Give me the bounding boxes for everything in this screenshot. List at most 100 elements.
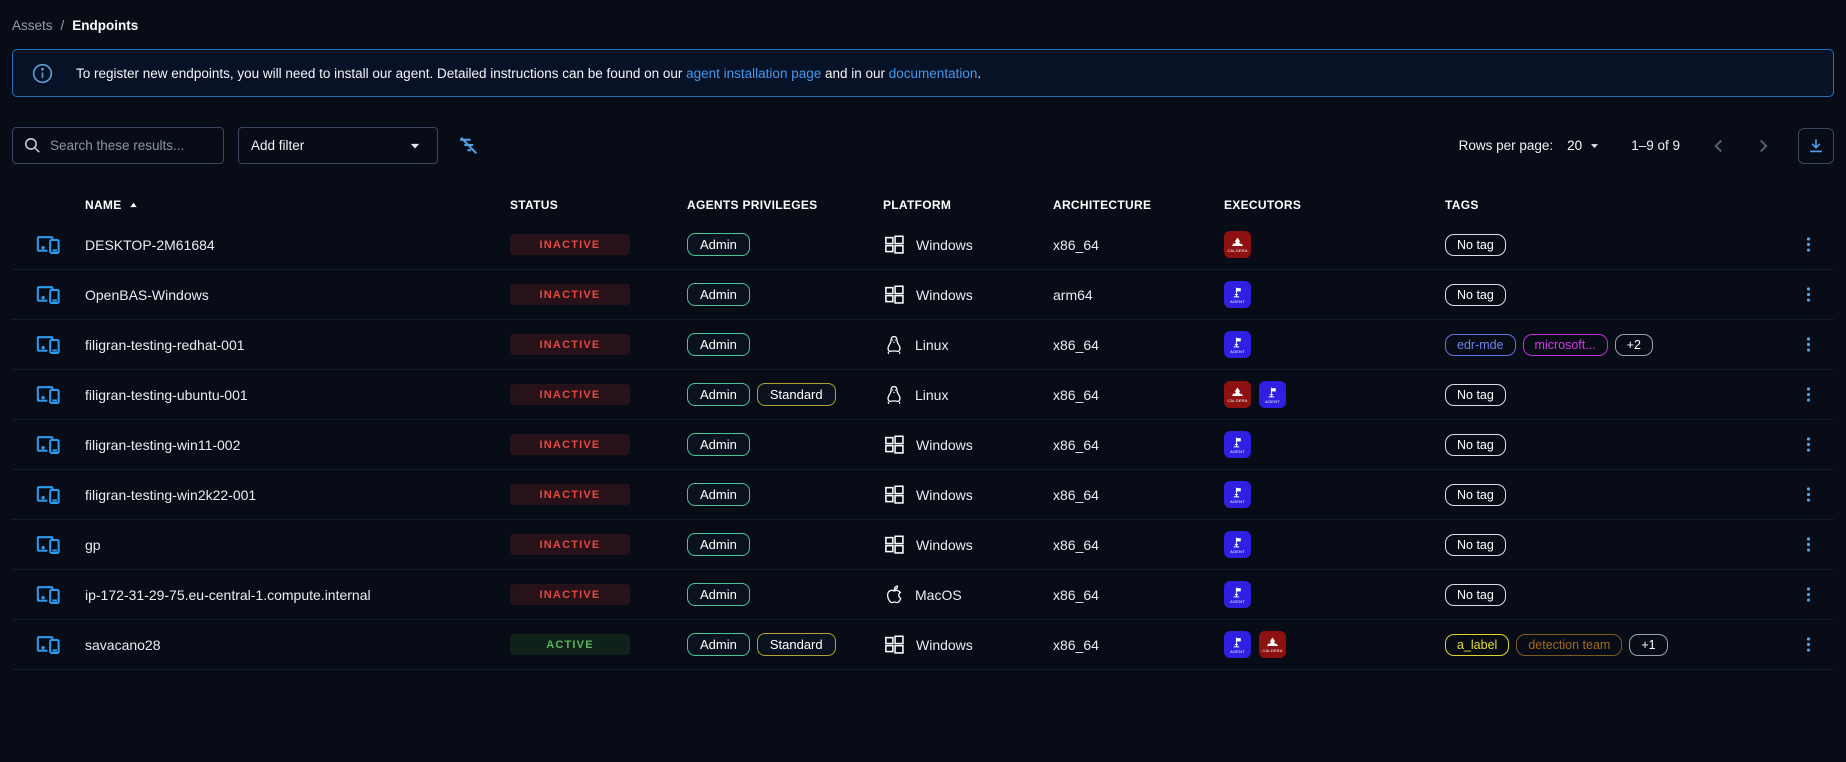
endpoint-devices-icon: [35, 381, 62, 408]
privilege-chip: Admin: [687, 533, 750, 556]
platform-name: Windows: [916, 287, 973, 303]
windows-icon: [883, 283, 906, 306]
kebab-menu-icon: [1799, 384, 1818, 405]
tag-chip: a_label: [1445, 634, 1509, 656]
breadcrumb-endpoints: Endpoints: [72, 18, 138, 33]
export-button[interactable]: [1798, 128, 1834, 164]
row-menu-button[interactable]: [1799, 484, 1818, 505]
banner-text-middle: and in our: [821, 66, 889, 81]
status-badge: INACTIVE: [510, 534, 630, 555]
row-menu-button[interactable]: [1799, 534, 1818, 555]
windows-icon: [883, 233, 906, 256]
platform-name: Linux: [915, 337, 948, 353]
platform-name: Linux: [915, 387, 948, 403]
table-row[interactable]: DESKTOP-2M61684INACTIVEAdminWindowsx86_6…: [12, 220, 1834, 270]
pagination-controls: Rows per page: 20 1–9 of 9: [1459, 128, 1834, 164]
status-badge: INACTIVE: [510, 384, 630, 405]
info-banner-text: To register new endpoints, you will need…: [76, 66, 981, 81]
windows-icon: [883, 633, 906, 656]
header-name-label: NAME: [85, 198, 122, 212]
header-executors: EXECUTORS: [1224, 198, 1445, 212]
endpoints-page: Assets / Endpoints To register new endpo…: [0, 0, 1846, 762]
search-field[interactable]: [12, 127, 224, 164]
pagination-range: 1–9 of 9: [1631, 138, 1680, 153]
tag-chip: +2: [1615, 334, 1653, 356]
row-menu-button[interactable]: [1799, 284, 1818, 305]
table-row[interactable]: filigran-testing-win11-002INACTIVEAdminW…: [12, 420, 1834, 470]
caldera-executor-icon: CALDERA: [1259, 631, 1286, 658]
kebab-menu-icon: [1799, 434, 1818, 455]
tag-chip: microsoft...: [1523, 334, 1608, 356]
table-body: DESKTOP-2M61684INACTIVEAdminWindowsx86_6…: [12, 220, 1834, 670]
header-architecture: ARCHITECTURE: [1053, 198, 1224, 212]
endpoint-name: gp: [85, 537, 510, 553]
row-menu-button[interactable]: [1799, 434, 1818, 455]
next-page-button[interactable]: [1748, 131, 1778, 161]
table-row[interactable]: OpenBAS-WindowsINACTIVEAdminWindowsarm64…: [12, 270, 1834, 320]
agent-installation-link[interactable]: agent installation page: [686, 66, 821, 81]
table-row[interactable]: filigran-testing-redhat-001INACTIVEAdmin…: [12, 320, 1834, 370]
row-menu-button[interactable]: [1799, 634, 1818, 655]
tag-chip: +1: [1629, 634, 1667, 656]
privilege-chip: Standard: [757, 383, 836, 406]
rows-per-page-select[interactable]: 20: [1567, 137, 1603, 154]
architecture-value: x86_64: [1053, 637, 1224, 653]
table-row[interactable]: filigran-testing-ubuntu-001INACTIVEAdmin…: [12, 370, 1834, 420]
platform-name: Windows: [916, 637, 973, 653]
endpoint-name: filigran-testing-redhat-001: [85, 337, 510, 353]
privilege-chip: Admin: [687, 233, 750, 256]
endpoint-name: filigran-testing-ubuntu-001: [85, 387, 510, 403]
row-menu-button[interactable]: [1799, 384, 1818, 405]
architecture-value: x86_64: [1053, 587, 1224, 603]
platform-name: Windows: [916, 237, 973, 253]
platform-name: Windows: [916, 537, 973, 553]
tag-chip: No tag: [1445, 534, 1506, 556]
breadcrumb: Assets / Endpoints: [12, 0, 1834, 33]
endpoint-name: filigran-testing-win2k22-001: [85, 487, 510, 503]
tag-chip: edr-mde: [1445, 334, 1516, 356]
table-row[interactable]: savacano28ACTIVEAdminStandardWindowsx86_…: [12, 620, 1834, 670]
documentation-link[interactable]: documentation: [889, 66, 978, 81]
linux-penguin-icon: [883, 383, 905, 407]
header-status: STATUS: [510, 198, 687, 212]
breadcrumb-assets[interactable]: Assets: [12, 18, 53, 33]
kebab-menu-icon: [1799, 234, 1818, 255]
agent-executor-icon: AGENT: [1224, 331, 1251, 358]
add-filter-select[interactable]: Add filter: [238, 127, 438, 164]
kebab-menu-icon: [1799, 584, 1818, 605]
search-input[interactable]: [50, 138, 200, 153]
table-row[interactable]: filigran-testing-win2k22-001INACTIVE Admi…: [12, 470, 1834, 520]
banner-text-before: To register new endpoints, you will need…: [76, 66, 686, 81]
kebab-menu-icon: [1799, 534, 1818, 555]
privilege-chip: Admin: [687, 333, 750, 356]
row-menu-button[interactable]: [1799, 234, 1818, 255]
tag-chip: No tag: [1445, 484, 1506, 506]
row-menu-button[interactable]: [1799, 334, 1818, 355]
architecture-value: x86_64: [1053, 437, 1224, 453]
caldera-executor-icon: CALDERA: [1224, 381, 1251, 408]
tag-chip: No tag: [1445, 384, 1506, 406]
header-name[interactable]: NAME: [85, 198, 510, 212]
table-header-row: NAME STATUS AGENTS PRIVILEGES PLATFORM A…: [12, 190, 1834, 220]
status-badge: INACTIVE: [510, 484, 630, 505]
row-menu-button[interactable]: [1799, 584, 1818, 605]
info-icon: [31, 62, 54, 85]
agent-executor-icon: AGENT: [1259, 381, 1286, 408]
windows-icon: [883, 483, 906, 506]
windows-icon: [883, 533, 906, 556]
caldera-executor-icon: CALDERA: [1224, 231, 1251, 258]
endpoint-devices-icon: [35, 431, 62, 458]
kebab-menu-icon: [1799, 334, 1818, 355]
table-row[interactable]: ip-172-31-29-75.eu-central-1.compute.int…: [12, 570, 1834, 620]
tag-chip: No tag: [1445, 234, 1506, 256]
privilege-chip: Admin: [687, 483, 750, 506]
table-row[interactable]: gpINACTIVEAdminWindowsx86_64AGENTNo tag: [12, 520, 1834, 570]
clear-filters-button[interactable]: [456, 133, 481, 158]
tag-chip: detection team: [1516, 634, 1622, 656]
rows-per-page-value: 20: [1567, 138, 1582, 153]
endpoint-name: filigran-testing-win11-002: [85, 437, 510, 453]
privilege-chip: Admin: [687, 633, 750, 656]
header-tags: TAGS: [1445, 198, 1770, 212]
architecture-value: x86_64: [1053, 487, 1224, 503]
previous-page-button[interactable]: [1704, 131, 1734, 161]
